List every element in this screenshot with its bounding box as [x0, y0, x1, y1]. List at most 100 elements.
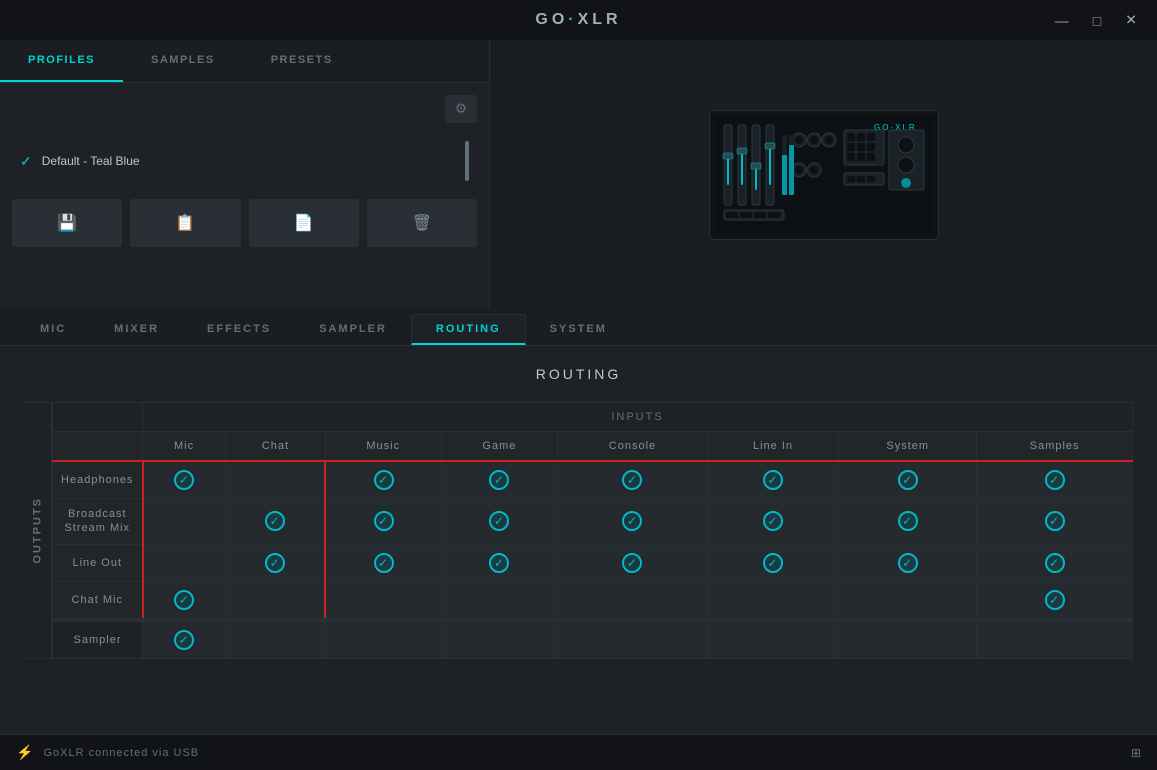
- cell-headphones-music[interactable]: ✓: [325, 461, 441, 499]
- cell-sampler-samples[interactable]: [977, 620, 1133, 659]
- cell-lineout-music[interactable]: ✓: [325, 544, 441, 581]
- cell-headphones-game[interactable]: ✓: [441, 461, 557, 499]
- cell-broadcast-game[interactable]: ✓: [441, 499, 557, 545]
- app-title: GO·XLR: [535, 11, 621, 29]
- tab-mixer[interactable]: MIXER: [90, 315, 183, 345]
- tab-presets[interactable]: PRESETS: [243, 40, 361, 82]
- cell-lineout-game[interactable]: ✓: [441, 544, 557, 581]
- minimize-button[interactable]: —: [1051, 10, 1073, 31]
- cell-sampler-game[interactable]: [441, 620, 557, 659]
- cell-broadcast-chat[interactable]: ✓: [226, 499, 326, 545]
- cell-headphones-samples[interactable]: ✓: [977, 461, 1133, 499]
- maximize-button[interactable]: □: [1089, 10, 1105, 31]
- cell-chatmic-game[interactable]: [441, 581, 557, 620]
- cell-chatmic-chat[interactable]: [226, 581, 326, 620]
- cell-broadcast-mic[interactable]: [143, 499, 226, 545]
- tab-mic[interactable]: MIC: [16, 315, 90, 345]
- tab-effects[interactable]: EFFECTS: [183, 315, 295, 345]
- cell-lineout-system[interactable]: ✓: [839, 544, 977, 581]
- row-headphones: Headphones ✓ ✓ ✓ ✓ ✓ ✓ ✓: [53, 461, 1133, 499]
- outputs-label: OUTPUTS: [24, 402, 52, 659]
- cell-chatmic-system[interactable]: [839, 581, 977, 620]
- profile-gear-button[interactable]: ⚙: [445, 95, 477, 123]
- tab-routing[interactable]: ROUTING: [411, 314, 526, 345]
- cell-chatmic-console[interactable]: [558, 581, 708, 620]
- tab-system[interactable]: SYSTEM: [526, 315, 631, 345]
- bottom-section: MIC MIXER EFFECTS SAMPLER ROUTING SYSTEM…: [0, 310, 1157, 770]
- routing-table: INPUTS Mic Chat Music Game Console Line …: [52, 402, 1133, 659]
- cell-sampler-console[interactable]: [558, 620, 708, 659]
- cell-lineout-console[interactable]: ✓: [558, 544, 708, 581]
- label-sampler: Sampler: [53, 620, 143, 659]
- cell-chatmic-samples[interactable]: ✓: [977, 581, 1133, 620]
- cell-lineout-samples[interactable]: ✓: [977, 544, 1133, 581]
- cell-sampler-chat[interactable]: [226, 620, 326, 659]
- cell-chatmic-mic[interactable]: ✓: [143, 581, 226, 620]
- cell-broadcast-console[interactable]: ✓: [558, 499, 708, 545]
- col-samples: Samples: [977, 432, 1133, 462]
- cell-sampler-mic[interactable]: ✓: [143, 620, 226, 659]
- profile-copy-button[interactable]: 📄: [249, 199, 359, 247]
- col-console: Console: [558, 432, 708, 462]
- profile-content: ⚙ ✓ Default - Teal Blue 💾 📋 📄 🗑: [0, 83, 489, 267]
- scroll-indicator: [465, 141, 469, 181]
- profile-delete-button[interactable]: 🗑: [367, 199, 477, 247]
- status-text: GoXLR connected via USB: [43, 747, 199, 759]
- row-sampler: Sampler ✓: [53, 620, 1133, 659]
- inputs-header: INPUTS: [143, 403, 1133, 432]
- cell-headphones-system[interactable]: ✓: [839, 461, 977, 499]
- label-headphones: Headphones: [53, 461, 143, 499]
- cell-lineout-chat[interactable]: ✓: [226, 544, 326, 581]
- profile-actions: 💾 📋 📄 🗑: [12, 191, 477, 255]
- tab-profiles[interactable]: PROFILES: [0, 40, 123, 82]
- col-music: Music: [325, 432, 441, 462]
- nav-tabs: MIC MIXER EFFECTS SAMPLER ROUTING SYSTEM: [0, 310, 1157, 346]
- label-chatmic: Chat Mic: [53, 581, 143, 620]
- cell-broadcast-samples[interactable]: ✓: [977, 499, 1133, 545]
- cell-sampler-system[interactable]: [839, 620, 977, 659]
- col-chat: Chat: [226, 432, 326, 462]
- statusbar: ⚡ GoXLR connected via USB ⊞: [0, 734, 1157, 770]
- col-system: System: [839, 432, 977, 462]
- left-panel: PROFILES SAMPLES PRESETS ⚙ ✓ Default - T…: [0, 40, 490, 310]
- device-panel: GO·XLR: [490, 40, 1157, 310]
- device-display: GO·XLR: [709, 110, 939, 240]
- cell-chatmic-music[interactable]: [325, 581, 441, 620]
- tab-samples[interactable]: SAMPLES: [123, 40, 243, 82]
- label-broadcast: Broadcast Stream Mix: [53, 499, 143, 545]
- profile-tabs: PROFILES SAMPLES PRESETS: [0, 40, 489, 83]
- device-visual: GO·XLR: [714, 115, 934, 235]
- profile-save-button[interactable]: 💾: [12, 199, 122, 247]
- usb-icon: ⚡: [16, 744, 33, 761]
- cell-sampler-linein[interactable]: [707, 620, 838, 659]
- routing-content: ROUTING OUTPUTS INPUTS Mic: [0, 346, 1157, 770]
- cell-headphones-linein[interactable]: ✓: [707, 461, 838, 499]
- window-controls: — □ ✕: [1051, 10, 1141, 31]
- cell-lineout-linein[interactable]: ✓: [707, 544, 838, 581]
- cell-headphones-chat[interactable]: [226, 461, 326, 499]
- cell-headphones-console[interactable]: ✓: [558, 461, 708, 499]
- routing-title: ROUTING: [24, 366, 1133, 382]
- titlebar: GO·XLR — □ ✕: [0, 0, 1157, 40]
- routing-table-container: OUTPUTS INPUTS Mic Chat: [24, 402, 1133, 659]
- top-section: PROFILES SAMPLES PRESETS ⚙ ✓ Default - T…: [0, 40, 1157, 310]
- tab-sampler[interactable]: SAMPLER: [295, 315, 411, 345]
- cell-broadcast-linein[interactable]: ✓: [707, 499, 838, 545]
- profile-saveas-button[interactable]: 📋: [130, 199, 240, 247]
- row-broadcast: Broadcast Stream Mix ✓ ✓ ✓ ✓ ✓ ✓ ✓: [53, 499, 1133, 545]
- grid-icon: ⊞: [1131, 746, 1141, 760]
- cell-chatmic-linein[interactable]: [707, 581, 838, 620]
- cell-broadcast-music[interactable]: ✓: [325, 499, 441, 545]
- col-game: Game: [441, 432, 557, 462]
- cell-headphones-mic[interactable]: ✓: [143, 461, 226, 499]
- profile-check-icon: ✓: [20, 153, 32, 170]
- col-mic: Mic: [143, 432, 226, 462]
- profile-toolbar: ⚙: [12, 95, 477, 123]
- cell-broadcast-system[interactable]: ✓: [839, 499, 977, 545]
- active-profile-item[interactable]: ✓ Default - Teal Blue: [12, 131, 477, 191]
- cell-sampler-music[interactable]: [325, 620, 441, 659]
- close-button[interactable]: ✕: [1121, 10, 1141, 31]
- row-lineout: Line Out ✓ ✓ ✓ ✓ ✓ ✓ ✓: [53, 544, 1133, 581]
- cell-lineout-mic[interactable]: [143, 544, 226, 581]
- col-linein: Line In: [707, 432, 838, 462]
